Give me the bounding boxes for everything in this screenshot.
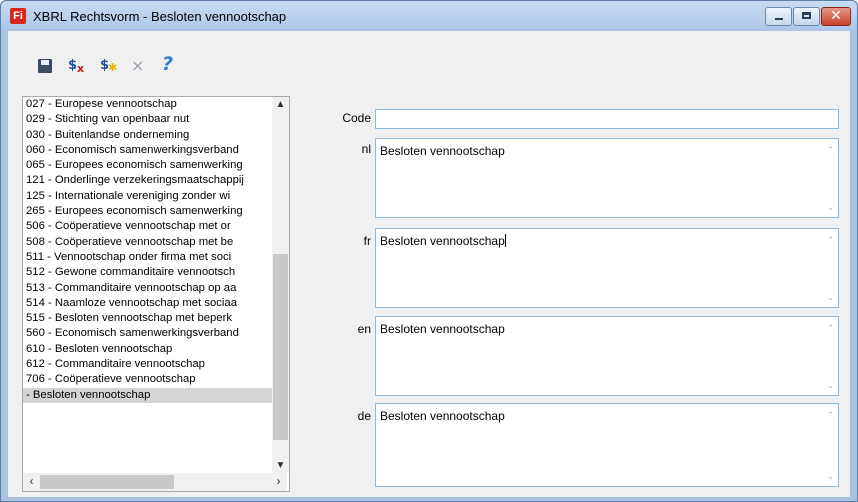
- help-icon: ?: [162, 53, 174, 75]
- list-item[interactable]: 512 - Gewone commanditaire vennootsch: [23, 265, 289, 280]
- nl-field[interactable]: Besloten vennootschap ⌃ ⌄: [375, 138, 839, 218]
- list-item[interactable]: 513 - Commanditaire vennootschap op aa: [23, 281, 289, 296]
- fr-scroll-up-icon[interactable]: ⌃: [825, 235, 836, 246]
- window-title: XBRL Rechtsvorm - Besloten vennootschap: [33, 9, 287, 24]
- list-item[interactable]: 125 - Internationale vereniging zonder w…: [23, 189, 289, 204]
- horizontal-scroll-thumb[interactable]: [40, 475, 174, 489]
- fr-scroll-down-icon[interactable]: ⌄: [825, 292, 836, 303]
- en-scroll-down-icon[interactable]: ⌄: [825, 380, 836, 391]
- list-item[interactable]: 515 - Besloten vennootschap met beperk: [23, 311, 289, 326]
- close-button[interactable]: ✕: [821, 7, 851, 26]
- list-item[interactable]: 508 - Coöperatieve vennootschap met be: [23, 235, 289, 250]
- maximize-icon: [802, 12, 811, 19]
- code-label: Code: [342, 111, 371, 125]
- list-item[interactable]: 706 - Coöperatieve vennootschap: [23, 372, 289, 387]
- fr-field[interactable]: Besloten vennootschap ⌃ ⌄: [375, 228, 839, 308]
- horizontal-scrollbar[interactable]: ‹ ›: [23, 473, 287, 491]
- help-button[interactable]: ?: [158, 53, 180, 77]
- toolbar: $ x $ ✱ × ?: [8, 31, 850, 89]
- list-item[interactable]: 265 - Europees economisch samenwerking: [23, 204, 289, 219]
- vertical-scrollbar[interactable]: ▲ ▼: [272, 97, 289, 473]
- list-item[interactable]: - Besloten vennootschap: [23, 387, 287, 403]
- nl-value: Besloten vennootschap: [380, 144, 505, 158]
- application-window: Fi XBRL Rechtsvorm - Besloten vennootsch…: [0, 0, 858, 502]
- client-area: $ x $ ✱ × ? 027 - Europese vennootschap 029…: [8, 31, 850, 497]
- text-cursor: [504, 234, 506, 247]
- fr-label: fr: [363, 234, 371, 248]
- vertical-scroll-thumb[interactable]: [273, 254, 288, 440]
- en-field[interactable]: Besloten vennootschap ⌃ ⌄: [375, 316, 839, 396]
- nl-label: nl: [361, 142, 371, 156]
- de-value: Besloten vennootschap: [380, 409, 505, 423]
- nl-scroll-up-icon[interactable]: ⌃: [825, 145, 836, 156]
- cancel-button[interactable]: ×: [128, 55, 150, 77]
- en-label: en: [357, 322, 371, 336]
- en-scroll-up-icon[interactable]: ⌃: [825, 323, 836, 334]
- fr-value: Besloten vennootschap: [380, 234, 505, 248]
- de-label: de: [357, 409, 371, 423]
- minimize-button[interactable]: [765, 7, 792, 26]
- list-item[interactable]: 514 - Naamloze vennootschap met sociaa: [23, 296, 289, 311]
- list-item[interactable]: 610 - Besloten vennootschap: [23, 342, 289, 357]
- list-item[interactable]: 029 - Stichting van openbaar nut: [23, 112, 289, 127]
- list-item[interactable]: 060 - Economisch samenwerkingsverband: [23, 143, 289, 158]
- app-logo-icon: Fi: [10, 8, 26, 24]
- de-scroll-up-icon[interactable]: ⌃: [825, 410, 836, 421]
- save-icon: [38, 59, 52, 73]
- scroll-left-icon[interactable]: ‹: [23, 474, 40, 488]
- nl-scroll-down-icon[interactable]: ⌄: [825, 202, 836, 213]
- scroll-down-icon[interactable]: ▼: [272, 460, 289, 471]
- list-item[interactable]: 065 - Europees economisch samenwerking: [23, 158, 289, 173]
- list-item[interactable]: 121 - Onderlinge verzekeringsmaatschappi…: [23, 173, 289, 188]
- scroll-up-icon[interactable]: ▲: [272, 99, 289, 110]
- list-item[interactable]: 506 - Coöperatieve vennootschap met or: [23, 219, 289, 234]
- cancel-icon: ×: [131, 56, 145, 75]
- list-item[interactable]: 030 - Buitenlandse onderneming: [23, 128, 289, 143]
- minimize-icon: [775, 18, 783, 20]
- close-icon: ✕: [830, 8, 842, 24]
- new-button[interactable]: $ ✱: [98, 55, 120, 77]
- save-button[interactable]: [34, 55, 56, 77]
- list-items: 027 - Europese vennootschap 029 - Stichti…: [23, 97, 289, 473]
- en-value: Besloten vennootschap: [380, 322, 505, 336]
- code-field[interactable]: [375, 109, 839, 129]
- list-item[interactable]: 612 - Commanditaire vennootschap: [23, 357, 289, 372]
- title-bar[interactable]: Fi XBRL Rechtsvorm - Besloten vennootsch…: [1, 1, 857, 31]
- legal-form-list[interactable]: 027 - Europese vennootschap 029 - Stichti…: [22, 96, 290, 492]
- maximize-button[interactable]: [793, 7, 820, 26]
- list-item[interactable]: 027 - Europese vennootschap: [23, 97, 289, 112]
- de-field[interactable]: Besloten vennootschap ⌃ ⌄: [375, 403, 839, 487]
- list-item[interactable]: 511 - Vennootschap onder firma met soci: [23, 250, 289, 265]
- de-scroll-down-icon[interactable]: ⌄: [825, 471, 836, 482]
- scroll-right-icon[interactable]: ›: [270, 474, 287, 488]
- list-item[interactable]: 560 - Economisch samenwerkingsverband: [23, 326, 289, 341]
- delete-button[interactable]: $ x: [66, 55, 88, 77]
